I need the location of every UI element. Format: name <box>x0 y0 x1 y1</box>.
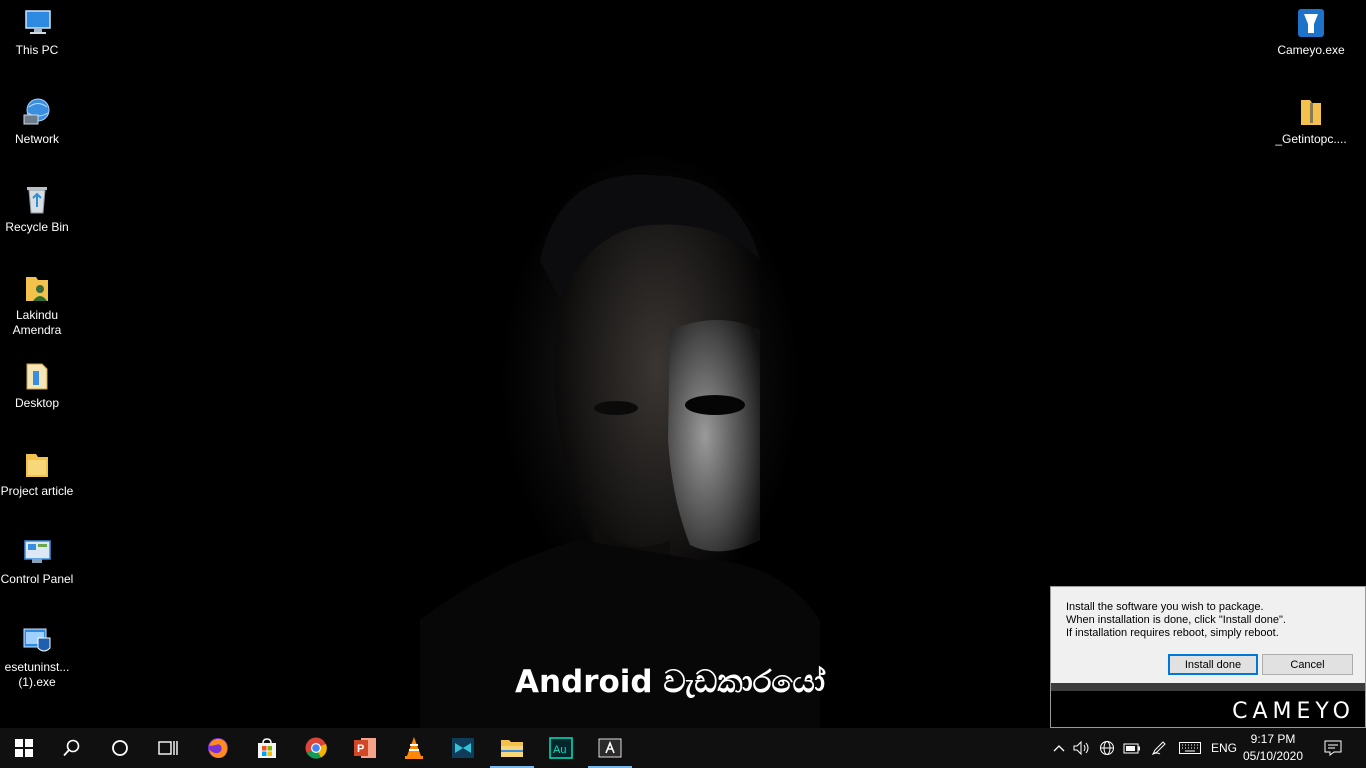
desktop-icon-getintopc[interactable]: _Getintopc.... <box>1274 95 1348 147</box>
icon-label: Lakindu Amendra <box>12 308 62 337</box>
desktop-icon-eset-uninstaller[interactable]: esetuninst...(1).exe <box>0 623 74 690</box>
vlc-icon <box>405 737 423 759</box>
taskbar-adobe-app[interactable] <box>586 728 634 768</box>
taskbar-video-editor[interactable] <box>439 728 487 768</box>
icon-label: Recycle Bin <box>5 220 69 234</box>
input-language-button[interactable]: ENG <box>1208 728 1240 768</box>
video-editor-icon <box>452 738 474 758</box>
cortana-icon <box>112 740 128 756</box>
touch-keyboard-button[interactable] <box>1176 728 1204 768</box>
icon-label: Desktop <box>14 396 60 410</box>
svg-text:P: P <box>357 743 364 755</box>
icon-label: Project article <box>0 484 74 498</box>
folder-icon <box>26 454 48 477</box>
desktop-folder-icon <box>26 363 48 390</box>
pen-icon <box>1151 741 1166 756</box>
desktop-icon-network[interactable]: Network <box>0 95 74 147</box>
cancel-button[interactable]: Cancel <box>1262 654 1353 675</box>
dialog-line-2: When installation is done, click "Instal… <box>1066 614 1286 626</box>
desktop-icon-desktop[interactable]: Desktop <box>0 359 74 411</box>
globe-icon <box>1100 741 1114 755</box>
store-icon <box>258 738 276 758</box>
cortana-button[interactable] <box>96 728 144 768</box>
desktop: This PC Network Recycle Bin Lakindu Amen… <box>0 0 1366 728</box>
icon-label: Control Panel <box>0 572 74 586</box>
dialog-message: Install the software you wish to package… <box>1066 601 1286 640</box>
desktop-icon-user-folder[interactable]: Lakindu Amendra <box>0 271 74 338</box>
taskbar: P Au ENG 9:17 PM 05/10/2020 <box>0 728 1366 768</box>
powerpoint-icon: P <box>354 738 376 758</box>
svg-text:Au: Au <box>553 744 566 756</box>
task-view-button[interactable] <box>144 728 192 768</box>
dialog-line-3: If installation requires reboot, simply … <box>1066 627 1279 639</box>
adobe-app-icon <box>598 738 622 758</box>
action-center-button[interactable] <box>1318 728 1348 768</box>
chrome-icon <box>305 737 327 759</box>
icon-label: This PC <box>15 43 59 57</box>
clock-time: 9:17 PM <box>1250 732 1296 746</box>
taskbar-chrome[interactable] <box>292 728 340 768</box>
installer-icon <box>23 628 51 652</box>
start-icon <box>15 739 33 757</box>
search-button[interactable] <box>48 728 96 768</box>
cameyo-logo: CAMEYO <box>1232 699 1355 724</box>
firefox-icon <box>208 738 228 758</box>
search-icon <box>63 739 80 757</box>
desktop-icon-project-article[interactable]: Project article <box>0 447 74 499</box>
taskbar-vlc[interactable] <box>390 728 438 768</box>
control-panel-icon <box>24 540 51 563</box>
taskbar-file-explorer[interactable] <box>488 728 536 768</box>
taskbar-firefox[interactable] <box>194 728 242 768</box>
battery-icon <box>1123 743 1140 754</box>
chevron-up-icon <box>1053 745 1065 752</box>
clock-date: 05/10/2020 <box>1242 749 1304 763</box>
desktop-icon-cameyo[interactable]: Cameyo.exe <box>1274 6 1348 58</box>
taskbar-audition[interactable]: Au <box>537 728 585 768</box>
desktop-icon-control-panel[interactable]: Control Panel <box>0 535 74 587</box>
dialog-line-1: Install the software you wish to package… <box>1066 601 1264 613</box>
pen-workspace-button[interactable] <box>1148 728 1170 768</box>
volume-button[interactable] <box>1071 728 1093 768</box>
icon-label: Cameyo.exe <box>1277 43 1345 57</box>
computer-icon <box>25 10 51 34</box>
volume-icon <box>1073 740 1089 756</box>
taskbar-powerpoint[interactable]: P <box>341 728 389 768</box>
start-button[interactable] <box>0 728 48 768</box>
network-status-button[interactable] <box>1096 728 1118 768</box>
clock[interactable]: 9:17 PM 05/10/2020 <box>1240 731 1306 765</box>
file-explorer-icon <box>501 740 523 757</box>
icon-label: Network <box>14 132 59 146</box>
icon-label: esetuninst...(1).exe <box>4 660 70 689</box>
task-view-icon <box>158 741 178 755</box>
icon-label: _Getintopc.... <box>1275 132 1347 146</box>
audition-icon: Au <box>549 737 573 759</box>
show-hidden-icons-button[interactable] <box>1050 728 1068 768</box>
cameyo-install-dialog: Install the software you wish to package… <box>1050 586 1366 728</box>
network-icon <box>23 98 50 125</box>
zip-folder-icon <box>1301 100 1321 125</box>
install-done-button[interactable]: Install done <box>1168 654 1258 675</box>
desktop-icon-recycle-bin[interactable]: Recycle Bin <box>0 183 74 235</box>
wallpaper-caption: Android වැඩකාරයෝ <box>514 664 826 700</box>
taskbar-store[interactable] <box>243 728 291 768</box>
keyboard-icon <box>1179 742 1201 754</box>
dialog-separator <box>1051 683 1365 691</box>
cameyo-icon <box>1298 9 1324 37</box>
notification-icon <box>1324 740 1342 756</box>
cameyo-brand-bar: CAMEYO <box>1051 691 1365 727</box>
battery-button[interactable] <box>1121 728 1143 768</box>
recycle-bin-icon <box>27 187 47 214</box>
user-folder-icon <box>26 277 48 301</box>
desktop-icon-this-pc[interactable]: This PC <box>0 6 74 58</box>
